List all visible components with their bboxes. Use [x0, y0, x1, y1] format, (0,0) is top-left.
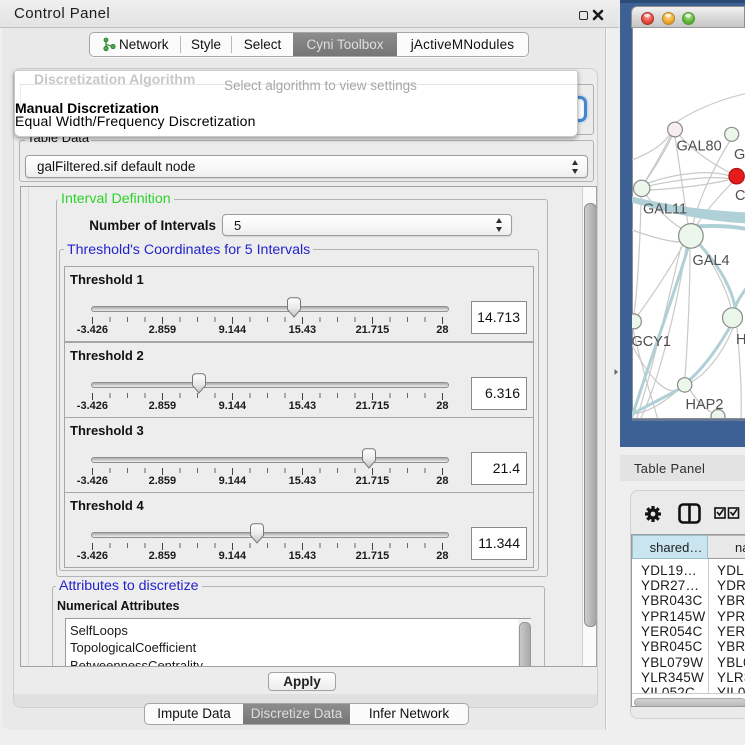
svg-text:GAL80: GAL80: [677, 139, 722, 155]
svg-text:H: H: [736, 332, 745, 348]
svg-text:C: C: [735, 188, 745, 204]
svg-text:GA: GA: [734, 147, 745, 163]
svg-text:HAP2: HAP2: [686, 397, 724, 413]
svg-text:GAL11: GAL11: [643, 202, 687, 218]
svg-text:GCY1: GCY1: [632, 334, 671, 350]
svg-text:GAL4: GAL4: [693, 253, 730, 269]
